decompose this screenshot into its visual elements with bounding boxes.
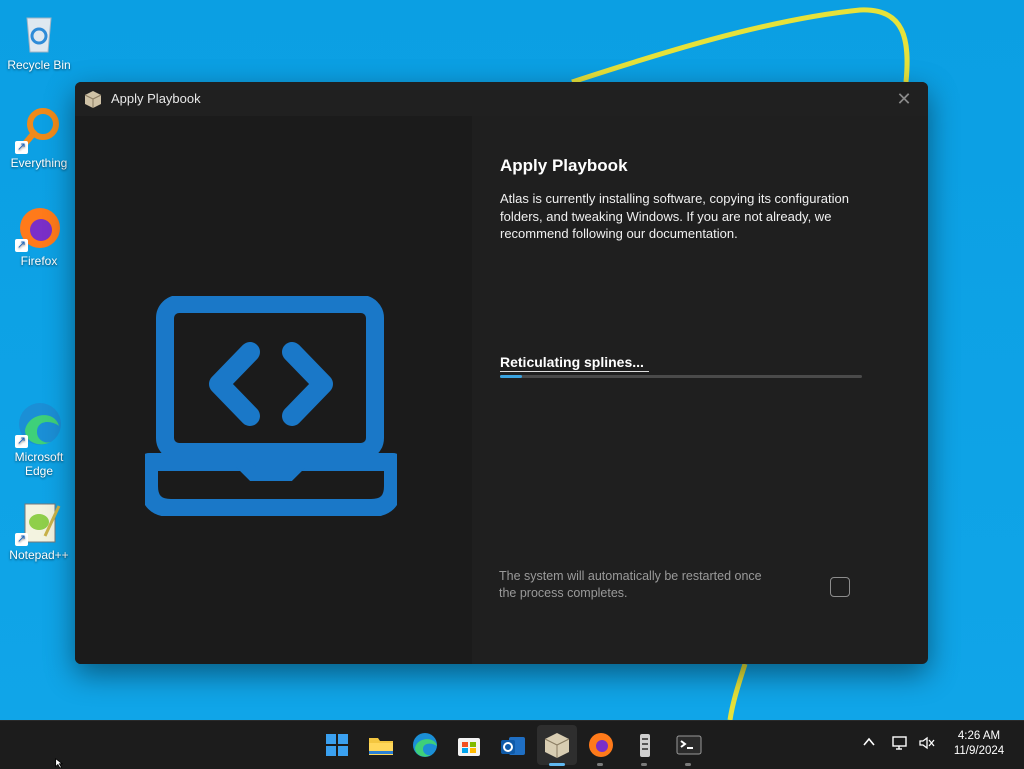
clock-time: 4:26 AM [957, 730, 1001, 742]
desktop-icon-label: Firefox [20, 254, 58, 268]
edge-icon: ↗ [15, 400, 63, 448]
shortcut-arrow-icon: ↗ [15, 141, 28, 154]
shortcut-arrow-icon: ↗ [15, 533, 28, 546]
everything-search-icon: ↗ [15, 106, 63, 154]
firefox-icon[interactable] [585, 729, 617, 761]
desktop-icon-notepadpp[interactable]: ↗ Notepad++ [4, 498, 74, 562]
desktop-icon-label: Recycle Bin [7, 58, 71, 72]
page-description: Atlas is currently installing software, … [500, 191, 849, 241]
desktop-icon-label: Everything [10, 156, 68, 170]
volume-muted-icon[interactable] [918, 735, 936, 756]
status-text: Reticulating splines... [500, 354, 644, 370]
progress-bar [500, 375, 862, 378]
ameliorated-icon[interactable] [629, 729, 661, 761]
recycle-bin-icon [15, 8, 63, 56]
desktop-icon-everything[interactable]: ↗ Everything [4, 106, 74, 170]
playbook-box-icon [83, 89, 103, 109]
desktop-icon-label: Notepad++ [9, 548, 69, 562]
clock[interactable]: 4:26 AM 11/9/2024 [944, 729, 1014, 759]
taskbar: 4:26 AM 11/9/2024 [0, 720, 1024, 769]
page-heading: Apply Playbook [500, 156, 628, 175]
desktop-icon-recycle-bin[interactable]: Recycle Bin [4, 8, 74, 72]
status-underline [500, 371, 649, 372]
start-icon[interactable] [321, 729, 353, 761]
progress-fill [500, 375, 522, 378]
running-indicator [641, 763, 647, 766]
laptop-code-icon [145, 296, 397, 516]
window-title: Apply Playbook [111, 91, 201, 106]
desktop-icon-edge[interactable]: ↗ Microsoft Edge [4, 400, 74, 478]
microsoft-store-icon[interactable] [453, 729, 485, 761]
active-indicator [549, 763, 565, 766]
close-button[interactable]: ✕ [892, 87, 916, 111]
shortcut-arrow-icon: ↗ [15, 239, 28, 252]
apply-playbook-window: Apply Playbook ✕ Apply Playbook Atlas is… [75, 82, 928, 664]
hero-pane [75, 116, 472, 664]
desktop-icon-firefox[interactable]: ↗ Firefox [4, 204, 74, 268]
firefox-icon: ↗ [15, 204, 63, 252]
chevron-up-icon[interactable] [862, 735, 876, 754]
running-indicator [685, 763, 691, 766]
file-explorer-icon[interactable] [365, 729, 397, 761]
running-indicator [597, 763, 603, 766]
clock-date: 11/9/2024 [953, 745, 1005, 757]
window-titlebar[interactable]: Apply Playbook ✕ [75, 82, 928, 116]
shortcut-arrow-icon: ↗ [15, 435, 28, 448]
notepadpp-icon: ↗ [15, 498, 63, 546]
network-icon[interactable] [891, 735, 909, 756]
restart-checkbox[interactable] [830, 577, 850, 597]
restart-note: The system will automatically be restart… [499, 569, 762, 600]
atlas-playbook-icon[interactable] [541, 729, 573, 761]
mouse-cursor-icon [55, 758, 64, 768]
desktop-icon-label: Microsoft Edge [14, 450, 64, 478]
terminal-icon[interactable] [673, 729, 705, 761]
edge-icon[interactable] [409, 729, 441, 761]
outlook-icon[interactable] [497, 729, 529, 761]
